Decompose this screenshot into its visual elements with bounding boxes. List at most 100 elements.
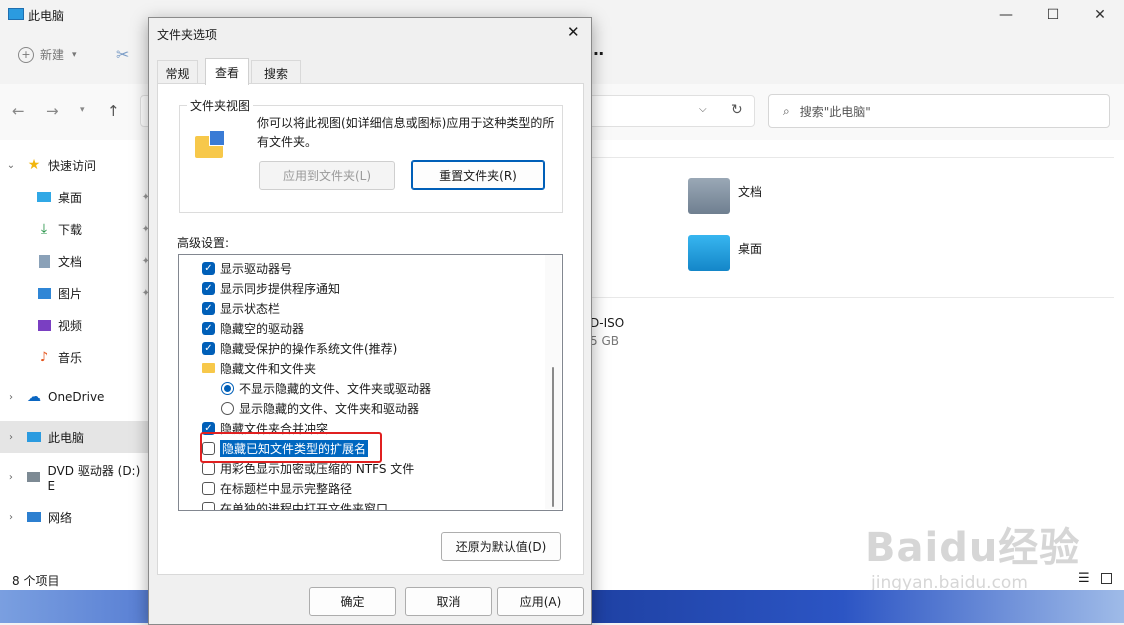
tab-general[interactable]: 常规 xyxy=(157,60,198,85)
setting-row-folder[interactable]: 隐藏文件和文件夹 xyxy=(202,358,316,378)
music-icon: ♪ xyxy=(39,349,49,365)
documents-folder-icon xyxy=(688,178,730,214)
maximize-button[interactable]: ☐ xyxy=(1030,0,1076,30)
forward-arrow-icon[interactable]: → xyxy=(46,102,59,120)
chevron-right-icon[interactable]: › xyxy=(4,392,18,403)
star-icon: ★ xyxy=(27,157,41,173)
nav-desktop[interactable]: 桌面 ✦ xyxy=(0,181,150,213)
drive-name: D-ISO xyxy=(590,316,625,330)
setting-label: 在单独的进程中打开文件夹窗口 xyxy=(220,501,389,511)
nav-downloads[interactable]: ⤓ 下载 ✦ xyxy=(0,213,150,245)
desktop-icon xyxy=(36,189,52,205)
nav-label: OneDrive xyxy=(48,390,105,404)
search-icon: ⌕ xyxy=(783,103,790,118)
folder-options-dialog: 文件夹选项 ✕ 常规 查看 搜索 文件夹视图 你可以将此视图(如详细信息或图标)… xyxy=(148,17,592,625)
recent-chevron-icon[interactable]: ▾ xyxy=(80,105,85,115)
back-arrow-icon[interactable]: ← xyxy=(12,102,25,120)
setting-row-check[interactable]: 在单独的进程中打开文件夹窗口 xyxy=(202,498,389,511)
dialog-title: 文件夹选项 xyxy=(157,28,218,42)
close-window-button[interactable]: ✕ xyxy=(1077,0,1123,30)
tab-search[interactable]: 搜索 xyxy=(251,60,301,85)
setting-row-radio[interactable]: 不显示隐藏的文件、文件夹或驱动器 xyxy=(221,378,431,398)
up-arrow-icon[interactable]: ↑ xyxy=(107,102,120,120)
checkbox-unchecked[interactable] xyxy=(202,501,215,510)
chevron-right-icon[interactable]: › xyxy=(4,432,18,443)
radio-unselected[interactable] xyxy=(221,401,234,415)
checkbox-unchecked[interactable] xyxy=(202,461,215,475)
radio-selected[interactable] xyxy=(221,381,234,395)
nav-this-pc[interactable]: › 此电脑 xyxy=(0,421,150,453)
advanced-settings-list[interactable]: ✓ 显示驱动器号 ✓ 显示同步提供程序通知 ✓ 显示状态栏 ✓ 隐藏空的驱动器 ✓ 隐藏受保护的操… xyxy=(178,254,563,511)
setting-label: 在标题栏中显示完整路径 xyxy=(220,481,353,496)
setting-label: 显示状态栏 xyxy=(220,301,281,316)
desktop-folder-icon xyxy=(688,235,730,271)
checkbox-checked[interactable]: ✓ xyxy=(202,341,215,355)
cut-icon[interactable]: ✂ xyxy=(116,45,129,64)
search-box[interactable]: ⌕ 搜索"此电脑" xyxy=(768,94,1110,128)
apply-button[interactable]: 应用(A) xyxy=(497,587,584,616)
dvd-drive-icon xyxy=(26,469,42,485)
restore-defaults-button[interactable]: 还原为默认值(D) xyxy=(441,532,561,561)
folder-views-legend: 文件夹视图 xyxy=(187,97,254,114)
tab-view[interactable]: 查看 xyxy=(205,58,249,85)
cancel-button[interactable]: 取消 xyxy=(405,587,492,616)
nav-label: 图片 xyxy=(58,286,83,301)
baidu-watermark: Baidu经验 jingyan.baidu.com xyxy=(865,515,1080,593)
nav-label: 音乐 xyxy=(58,350,83,365)
drive-item[interactable]: D-ISO 5 GB xyxy=(590,316,624,348)
setting-label: 显示同步提供程序通知 xyxy=(220,281,341,296)
minimize-button[interactable]: — xyxy=(983,0,1029,30)
refresh-icon[interactable]: ↻ xyxy=(731,102,743,118)
nav-quick-access[interactable]: ⌄ ★ 快速访问 xyxy=(0,149,150,181)
setting-row-radio[interactable]: 显示隐藏的文件、文件夹和驱动器 xyxy=(221,398,419,418)
reset-folders-button[interactable]: 重置文件夹(R) xyxy=(411,160,545,190)
nav-label: 文档 xyxy=(58,254,83,269)
content-separator xyxy=(590,157,1114,158)
nav-dvd-drive[interactable]: › DVD 驱动器 (D:) E xyxy=(0,461,150,493)
new-button[interactable]: + 新建 ▾ xyxy=(18,46,77,63)
checkbox-checked[interactable]: ✓ xyxy=(202,321,215,335)
setting-row-check[interactable]: ✓ 隐藏受保护的操作系统文件(推荐) xyxy=(202,338,397,358)
scrollbar-thumb[interactable] xyxy=(552,367,554,507)
setting-row-check[interactable]: ✓ 显示驱动器号 xyxy=(202,258,292,278)
address-dropdown-icon[interactable]: ⌵ xyxy=(699,104,707,115)
folder-icon xyxy=(202,363,215,373)
setting-label: 隐藏空的驱动器 xyxy=(220,321,305,336)
folder-desktop[interactable]: 桌面 xyxy=(688,235,762,271)
nav-label: 网络 xyxy=(48,510,73,525)
cloud-icon: ☁ xyxy=(27,389,41,405)
ok-button[interactable]: 确定 xyxy=(309,587,396,616)
chevron-right-icon[interactable]: › xyxy=(4,472,18,483)
folder-documents[interactable]: 文档 xyxy=(688,178,762,214)
tiles-view-icon[interactable] xyxy=(1101,573,1112,584)
nav-music[interactable]: ♪ 音乐 xyxy=(0,341,150,373)
nav-videos[interactable]: 视频 xyxy=(0,309,150,341)
window-title: 此电脑 xyxy=(28,9,65,23)
nav-onedrive[interactable]: › ☁ OneDrive xyxy=(0,381,150,413)
chevron-down-icon: ▾ xyxy=(72,49,77,60)
setting-row-check[interactable]: ✓ 显示同步提供程序通知 xyxy=(202,278,340,298)
folder-label: 文档 xyxy=(738,185,763,199)
setting-row-check[interactable]: 在标题栏中显示完整路径 xyxy=(202,478,352,498)
plus-circle-icon: + xyxy=(18,46,34,63)
nav-label: 视频 xyxy=(58,318,83,333)
checkbox-unchecked[interactable] xyxy=(202,481,215,495)
checkbox-checked[interactable]: ✓ xyxy=(202,301,215,315)
nav-pictures[interactable]: 图片 ✦ xyxy=(0,277,150,309)
setting-row-check[interactable]: ✓ 显示状态栏 xyxy=(202,298,280,318)
nav-label: DVD 驱动器 (D:) E xyxy=(47,463,141,493)
drive-size: 5 GB xyxy=(590,334,619,348)
checkbox-checked[interactable]: ✓ xyxy=(202,261,215,275)
nav-documents[interactable]: 文档 ✦ xyxy=(0,245,150,277)
checkbox-checked[interactable]: ✓ xyxy=(202,281,215,295)
close-icon[interactable]: ✕ xyxy=(567,23,580,41)
setting-row-check[interactable]: ✓ 隐藏空的驱动器 xyxy=(202,318,304,338)
folder-views-icon xyxy=(195,130,227,160)
chevron-right-icon[interactable]: › xyxy=(4,512,18,523)
download-icon: ⤓ xyxy=(40,221,48,237)
folder-label: 桌面 xyxy=(738,242,763,256)
nav-network[interactable]: › 网络 xyxy=(0,501,150,533)
apply-to-folders-button[interactable]: 应用到文件夹(L) xyxy=(259,161,395,190)
this-pc-icon xyxy=(26,429,42,445)
chevron-down-icon[interactable]: ⌄ xyxy=(4,160,18,171)
